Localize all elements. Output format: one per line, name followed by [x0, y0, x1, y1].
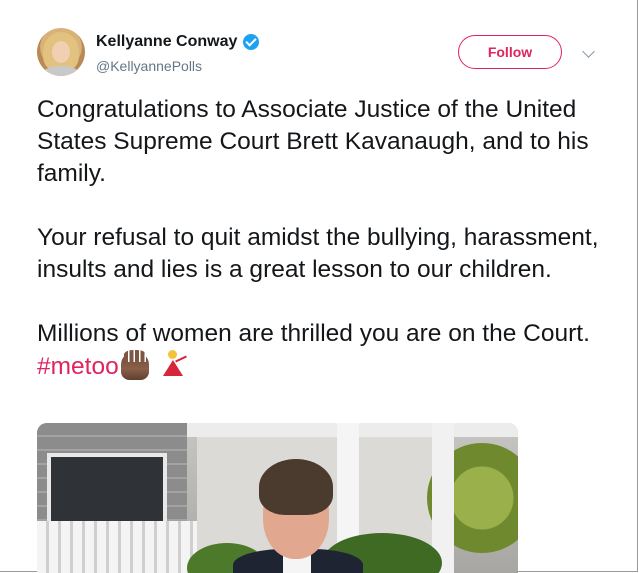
- raised-hand-icon: [120, 350, 149, 380]
- avatar-shirt: [43, 66, 79, 76]
- tweet-photo[interactable]: [37, 423, 518, 573]
- author-handle[interactable]: @KellyannePolls: [96, 58, 202, 74]
- tweet-paragraph: Congratulations to Associate Justice of …: [37, 96, 589, 187]
- avatar[interactable]: [37, 28, 85, 76]
- tweet-paragraph: Your refusal to quit amidst the bullying…: [37, 224, 599, 283]
- chevron-down-icon[interactable]: [582, 45, 595, 58]
- author-name-row: Kellyanne Conway: [96, 33, 260, 51]
- tweet-card: Kellyanne Conway @KellyannePolls Follow …: [0, 0, 638, 573]
- avatar-face: [52, 41, 70, 63]
- tweet-paragraph-last: Millions of women are thrilled you are o…: [37, 318, 617, 383]
- tweet-paragraph-text: Millions of women are thrilled you are o…: [37, 320, 590, 347]
- follow-button[interactable]: Follow: [458, 35, 562, 69]
- author-display-name[interactable]: Kellyanne Conway: [96, 33, 237, 51]
- tweet-text: Congratulations to Associate Justice of …: [37, 94, 617, 383]
- hashtag-link[interactable]: #metoo: [37, 353, 119, 380]
- dancer-icon: [159, 350, 189, 380]
- verified-badge-icon: [243, 34, 260, 50]
